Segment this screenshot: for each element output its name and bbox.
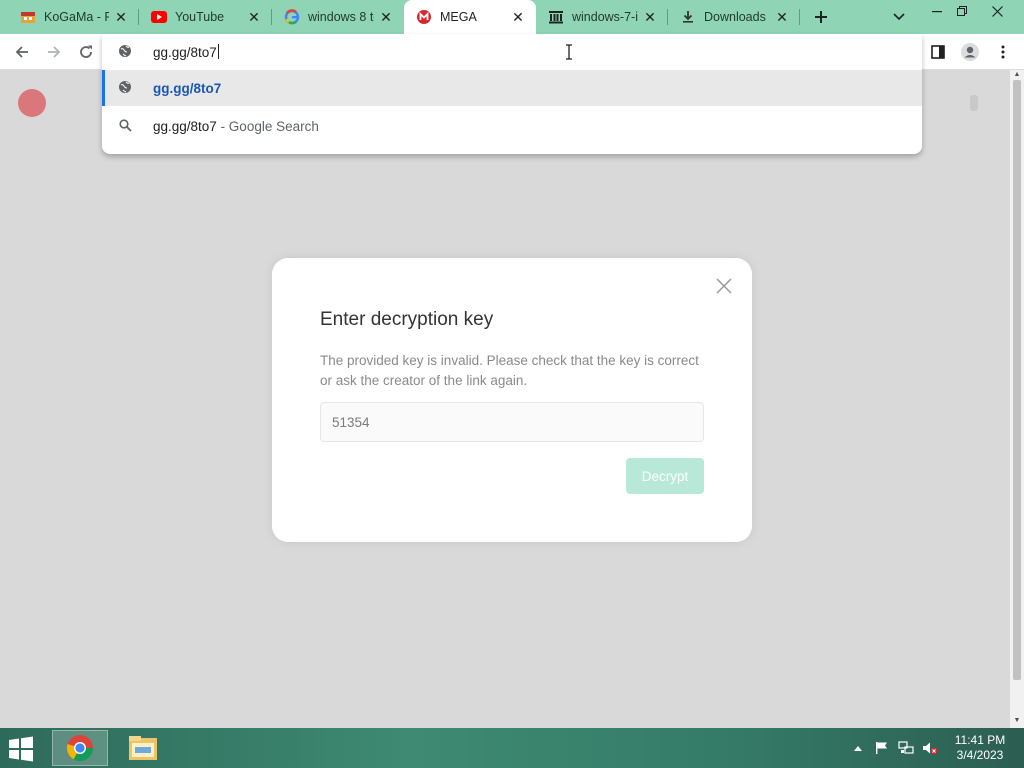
tab-title: KoGaMa - Pl — [44, 10, 109, 24]
action-center-flag-icon[interactable] — [874, 740, 890, 756]
kogama-icon — [20, 9, 36, 25]
tab-title: windows-7-i — [572, 10, 638, 24]
forward-button[interactable] — [40, 38, 68, 66]
taskbar-file-explorer-icon[interactable] — [118, 730, 168, 766]
globe-icon — [118, 44, 132, 63]
show-hidden-icons-chevron-icon[interactable] — [850, 740, 866, 756]
decrypt-button[interactable]: Decrypt — [626, 458, 704, 494]
back-button[interactable] — [8, 38, 36, 66]
menu-kebab-icon[interactable] — [991, 40, 1015, 64]
address-bar[interactable]: gg.gg/8to7 — [102, 34, 922, 70]
page-scroll-indicator — [970, 95, 978, 111]
scroll-up-arrow-icon[interactable]: ▲ — [1012, 71, 1022, 79]
taskbar-clock[interactable]: 11:41 PM 3/4/2023 — [950, 733, 1010, 763]
close-icon[interactable]: ✕ — [774, 9, 790, 25]
address-input[interactable]: gg.gg/8to7 — [153, 44, 219, 60]
suggestion-search[interactable]: gg.gg/8to7 - Google Search — [102, 108, 922, 144]
suggestion-url[interactable]: gg.gg/8to7 — [102, 70, 922, 106]
tab-youtube[interactable]: YouTube ✕ — [139, 0, 272, 34]
mega-icon — [416, 9, 432, 25]
vertical-scrollbar[interactable]: ▲ ▼ — [1010, 70, 1024, 728]
tab-kogama[interactable]: KoGaMa - Pl ✕ — [8, 0, 139, 34]
close-window-button[interactable] — [980, 0, 1014, 22]
omnibox-dropdown: gg.gg/8to7 gg.gg/8to7 gg.gg/8to7 - Googl… — [102, 34, 922, 154]
archive-icon — [548, 9, 564, 25]
tab-title: windows 8 to — [308, 10, 374, 24]
windows-taskbar: 11:41 PM 3/4/2023 — [0, 728, 1024, 768]
close-icon[interactable]: ✕ — [642, 9, 658, 25]
new-tab-button[interactable] — [808, 5, 834, 29]
address-text: gg.gg/8to7 — [153, 45, 217, 60]
close-icon[interactable]: ✕ — [510, 9, 526, 25]
youtube-icon — [151, 9, 167, 25]
tab-mega[interactable]: MEGA ✕ — [404, 0, 536, 34]
close-icon[interactable] — [714, 276, 734, 296]
suggestion-text: gg.gg/8to7 — [153, 81, 222, 96]
close-icon[interactable]: ✕ — [378, 9, 394, 25]
windows-start-icon[interactable] — [6, 736, 40, 762]
tab-google-search[interactable]: windows 8 to ✕ — [272, 0, 404, 34]
suggestion-text: gg.gg/8to7 - Google Search — [153, 119, 319, 134]
close-icon[interactable]: ✕ — [246, 9, 262, 25]
reload-button[interactable] — [72, 38, 100, 66]
globe-icon — [118, 80, 132, 97]
tab-downloads[interactable]: Downloads ✕ — [668, 0, 800, 34]
profile-avatar-icon[interactable] — [958, 40, 982, 64]
scroll-down-arrow-icon[interactable]: ▼ — [1012, 717, 1022, 725]
tab-windows-7[interactable]: windows-7-i ✕ — [536, 0, 668, 34]
ibeam-cursor-icon — [565, 44, 573, 60]
dialog-title: Enter decryption key — [320, 309, 494, 330]
network-icon[interactable] — [898, 740, 914, 756]
text-caret — [217, 44, 219, 59]
search-icon — [119, 119, 132, 135]
scrollbar-thumb[interactable] — [1013, 80, 1021, 680]
suggestion-query: gg.gg/8to7 — [153, 119, 217, 134]
tab-search-chevron-icon[interactable] — [888, 5, 910, 29]
google-icon — [284, 9, 300, 25]
side-panel-icon[interactable] — [926, 40, 950, 64]
decryption-key-dialog: Enter decryption key The provided key is… — [272, 258, 752, 542]
tab-title: YouTube — [175, 10, 225, 24]
volume-muted-icon[interactable] — [922, 740, 938, 756]
tab-title: Downloads — [704, 10, 766, 24]
mega-logo[interactable] — [18, 89, 46, 117]
clock-time: 11:41 PM — [954, 733, 1006, 747]
taskbar-chrome-icon[interactable] — [52, 730, 108, 766]
tab-title: MEGA — [440, 10, 477, 24]
restore-button[interactable] — [945, 0, 979, 22]
close-icon[interactable]: ✕ — [113, 9, 129, 25]
decryption-key-input[interactable] — [320, 402, 704, 442]
clock-date: 3/4/2023 — [956, 748, 1004, 762]
download-icon — [680, 9, 696, 25]
dialog-message: The provided key is invalid. Please chec… — [320, 353, 699, 388]
suggestion-source: - Google Search — [216, 119, 319, 134]
tab-strip: KoGaMa - Pl ✕ YouTube ✕ windows 8 to ✕ M… — [0, 0, 1024, 34]
